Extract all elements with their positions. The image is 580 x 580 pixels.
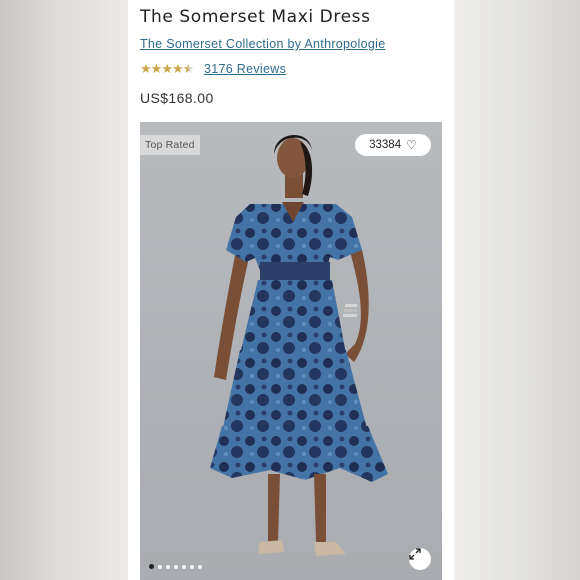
half-star-icon: ★ [182, 61, 195, 76]
favorite-button[interactable]: 33384 ♡ [355, 134, 431, 156]
carousel-dot[interactable] [190, 564, 194, 569]
carousel-dot[interactable] [182, 564, 186, 569]
expand-button[interactable] [409, 548, 431, 570]
product-card: The Somerset Maxi Dress The Somerset Col… [128, 0, 454, 580]
carousel-dot[interactable] [149, 564, 154, 569]
carousel-dots [149, 564, 202, 569]
heart-icon: ♡ [406, 138, 417, 152]
top-rated-badge: Top Rated [140, 135, 200, 155]
likes-count: 33384 [369, 139, 402, 151]
background-blur-right [452, 0, 580, 580]
star-icon: ★ [161, 61, 173, 76]
star-rating: ★★★★★ [140, 61, 195, 77]
carousel-dot[interactable] [158, 564, 162, 569]
star-icon: ★ [150, 61, 163, 76]
expand-icon [409, 548, 421, 560]
collection-link[interactable]: The Somerset Collection by Anthropologie [140, 37, 385, 51]
carousel-dot[interactable] [174, 564, 178, 569]
star-icon: ★ [140, 61, 152, 76]
model-photo [210, 134, 388, 556]
product-image[interactable]: Top Rated 33384 ♡ [140, 122, 442, 580]
carousel-dot[interactable] [198, 564, 202, 569]
carousel-dot[interactable] [166, 564, 170, 569]
product-title: The Somerset Maxi Dress [140, 7, 371, 27]
product-price: US$168.00 [140, 90, 214, 106]
background-blur-left [0, 0, 128, 580]
star-icon: ★ [171, 61, 184, 76]
reviews-link[interactable]: 3176 Reviews [204, 62, 286, 76]
